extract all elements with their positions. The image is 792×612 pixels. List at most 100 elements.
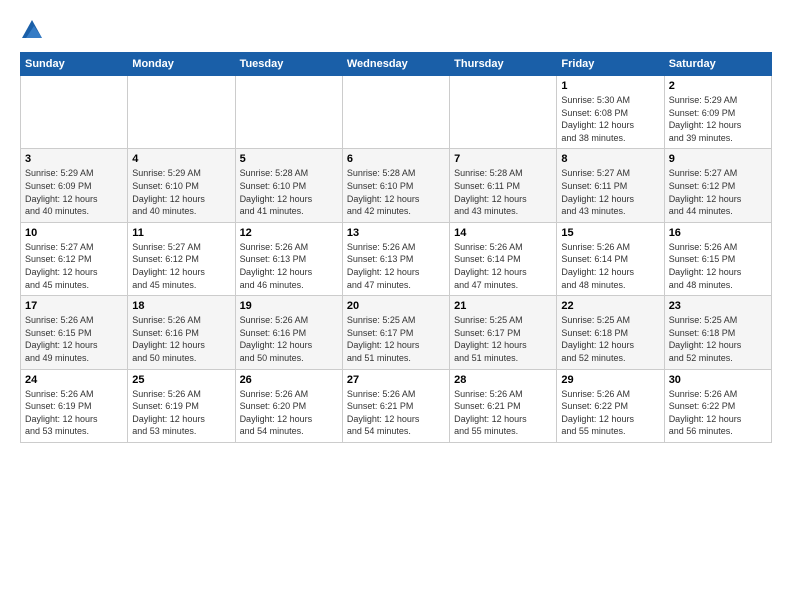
day-info: Sunrise: 5:26 AM Sunset: 6:13 PM Dayligh… <box>347 241 445 291</box>
calendar-header: SundayMondayTuesdayWednesdayThursdayFrid… <box>21 53 772 76</box>
day-number: 22 <box>561 300 659 312</box>
day-info: Sunrise: 5:26 AM Sunset: 6:14 PM Dayligh… <box>561 241 659 291</box>
weekday-header: Monday <box>128 53 235 76</box>
day-number: 27 <box>347 374 445 386</box>
calendar-cell <box>21 76 128 149</box>
calendar-page: SundayMondayTuesdayWednesdayThursdayFrid… <box>0 0 792 453</box>
logo <box>20 16 48 42</box>
day-number: 16 <box>669 227 767 239</box>
calendar-cell: 21 Sunrise: 5:25 AM Sunset: 6:17 PM Dayli… <box>450 296 557 369</box>
day-number: 21 <box>454 300 552 312</box>
calendar-cell: 9 Sunrise: 5:27 AM Sunset: 6:12 PM Daylig… <box>664 149 771 222</box>
page-header <box>20 16 772 42</box>
calendar-cell: 24 Sunrise: 5:26 AM Sunset: 6:19 PM Dayli… <box>21 369 128 442</box>
logo-icon <box>20 18 44 42</box>
day-info: Sunrise: 5:25 AM Sunset: 6:18 PM Dayligh… <box>669 314 767 364</box>
day-info: Sunrise: 5:26 AM Sunset: 6:15 PM Dayligh… <box>25 314 123 364</box>
day-number: 14 <box>454 227 552 239</box>
day-info: Sunrise: 5:26 AM Sunset: 6:21 PM Dayligh… <box>347 388 445 438</box>
calendar-cell: 5 Sunrise: 5:28 AM Sunset: 6:10 PM Daylig… <box>235 149 342 222</box>
day-number: 6 <box>347 153 445 165</box>
day-number: 3 <box>25 153 123 165</box>
day-info: Sunrise: 5:28 AM Sunset: 6:11 PM Dayligh… <box>454 167 552 217</box>
day-number: 10 <box>25 227 123 239</box>
calendar-cell: 10 Sunrise: 5:27 AM Sunset: 6:12 PM Dayli… <box>21 222 128 295</box>
calendar-cell: 25Sunrise: 5:26 AM Sunset: 6:19 PM Dayli… <box>128 369 235 442</box>
day-info: Sunrise: 5:26 AM Sunset: 6:16 PM Dayligh… <box>240 314 338 364</box>
calendar-cell: 4 Sunrise: 5:29 AM Sunset: 6:10 PM Daylig… <box>128 149 235 222</box>
day-info: Sunrise: 5:29 AM Sunset: 6:09 PM Dayligh… <box>669 94 767 144</box>
weekday-header: Thursday <box>450 53 557 76</box>
calendar-week-row: 1 Sunrise: 5:30 AM Sunset: 6:08 PM Daylig… <box>21 76 772 149</box>
weekday-header: Sunday <box>21 53 128 76</box>
day-number: 23 <box>669 300 767 312</box>
weekday-header: Wednesday <box>342 53 449 76</box>
day-number: 11 <box>132 227 230 239</box>
calendar-cell: 6 Sunrise: 5:28 AM Sunset: 6:10 PM Daylig… <box>342 149 449 222</box>
calendar-cell: 12 Sunrise: 5:26 AM Sunset: 6:13 PM Dayli… <box>235 222 342 295</box>
day-info: Sunrise: 5:28 AM Sunset: 6:10 PM Dayligh… <box>347 167 445 217</box>
day-info: Sunrise: 5:26 AM Sunset: 6:20 PM Dayligh… <box>240 388 338 438</box>
calendar-cell: 19 Sunrise: 5:26 AM Sunset: 6:16 PM Dayli… <box>235 296 342 369</box>
day-info: Sunrise: 5:27 AM Sunset: 6:12 PM Dayligh… <box>25 241 123 291</box>
calendar-cell <box>128 76 235 149</box>
day-info: Sunrise: 5:26 AM Sunset: 6:15 PM Dayligh… <box>669 241 767 291</box>
day-number: 15 <box>561 227 659 239</box>
calendar-cell: 15 Sunrise: 5:26 AM Sunset: 6:14 PM Dayli… <box>557 222 664 295</box>
calendar-cell: 1 Sunrise: 5:30 AM Sunset: 6:08 PM Daylig… <box>557 76 664 149</box>
day-number: 30 <box>669 374 767 386</box>
day-number: 1 <box>561 80 659 92</box>
day-info: Sunrise: 5:28 AM Sunset: 6:10 PM Dayligh… <box>240 167 338 217</box>
weekday-header: Friday <box>557 53 664 76</box>
day-number: 28 <box>454 374 552 386</box>
day-info: Sunrise: 5:25 AM Sunset: 6:17 PM Dayligh… <box>454 314 552 364</box>
day-info: Sunrise: 5:26 AM Sunset: 6:22 PM Dayligh… <box>561 388 659 438</box>
calendar-cell: 30Sunrise: 5:26 AM Sunset: 6:22 PM Dayli… <box>664 369 771 442</box>
day-number: 13 <box>347 227 445 239</box>
day-info: Sunrise: 5:27 AM Sunset: 6:12 PM Dayligh… <box>669 167 767 217</box>
day-number: 19 <box>240 300 338 312</box>
calendar-cell: 17 Sunrise: 5:26 AM Sunset: 6:15 PM Dayli… <box>21 296 128 369</box>
calendar-cell: 2Sunrise: 5:29 AM Sunset: 6:09 PM Daylig… <box>664 76 771 149</box>
weekday-header: Saturday <box>664 53 771 76</box>
day-number: 18 <box>132 300 230 312</box>
day-number: 8 <box>561 153 659 165</box>
day-number: 9 <box>669 153 767 165</box>
day-info: Sunrise: 5:26 AM Sunset: 6:19 PM Dayligh… <box>25 388 123 438</box>
calendar-cell <box>235 76 342 149</box>
day-number: 4 <box>132 153 230 165</box>
calendar-cell: 29Sunrise: 5:26 AM Sunset: 6:22 PM Dayli… <box>557 369 664 442</box>
day-info: Sunrise: 5:29 AM Sunset: 6:10 PM Dayligh… <box>132 167 230 217</box>
day-number: 26 <box>240 374 338 386</box>
calendar-cell: 23 Sunrise: 5:25 AM Sunset: 6:18 PM Dayli… <box>664 296 771 369</box>
calendar-cell: 22Sunrise: 5:25 AM Sunset: 6:18 PM Dayli… <box>557 296 664 369</box>
calendar-cell: 16 Sunrise: 5:26 AM Sunset: 6:15 PM Dayli… <box>664 222 771 295</box>
day-info: Sunrise: 5:26 AM Sunset: 6:14 PM Dayligh… <box>454 241 552 291</box>
day-info: Sunrise: 5:25 AM Sunset: 6:17 PM Dayligh… <box>347 314 445 364</box>
weekday-row: SundayMondayTuesdayWednesdayThursdayFrid… <box>21 53 772 76</box>
day-number: 24 <box>25 374 123 386</box>
day-number: 7 <box>454 153 552 165</box>
calendar-cell: 27 Sunrise: 5:26 AM Sunset: 6:21 PM Dayli… <box>342 369 449 442</box>
day-number: 20 <box>347 300 445 312</box>
calendar-cell: 28 Sunrise: 5:26 AM Sunset: 6:21 PM Dayli… <box>450 369 557 442</box>
day-info: Sunrise: 5:26 AM Sunset: 6:21 PM Dayligh… <box>454 388 552 438</box>
calendar-week-row: 3Sunrise: 5:29 AM Sunset: 6:09 PM Daylig… <box>21 149 772 222</box>
day-info: Sunrise: 5:30 AM Sunset: 6:08 PM Dayligh… <box>561 94 659 144</box>
calendar-cell <box>342 76 449 149</box>
day-number: 17 <box>25 300 123 312</box>
calendar-body: 1 Sunrise: 5:30 AM Sunset: 6:08 PM Daylig… <box>21 76 772 443</box>
weekday-header: Tuesday <box>235 53 342 76</box>
day-number: 12 <box>240 227 338 239</box>
day-info: Sunrise: 5:27 AM Sunset: 6:11 PM Dayligh… <box>561 167 659 217</box>
calendar-cell: 20 Sunrise: 5:25 AM Sunset: 6:17 PM Dayli… <box>342 296 449 369</box>
day-info: Sunrise: 5:27 AM Sunset: 6:12 PM Dayligh… <box>132 241 230 291</box>
calendar-cell: 18Sunrise: 5:26 AM Sunset: 6:16 PM Dayli… <box>128 296 235 369</box>
calendar-cell: 3Sunrise: 5:29 AM Sunset: 6:09 PM Daylig… <box>21 149 128 222</box>
calendar-cell: 13 Sunrise: 5:26 AM Sunset: 6:13 PM Dayli… <box>342 222 449 295</box>
calendar-week-row: 24 Sunrise: 5:26 AM Sunset: 6:19 PM Dayli… <box>21 369 772 442</box>
day-number: 5 <box>240 153 338 165</box>
day-info: Sunrise: 5:26 AM Sunset: 6:19 PM Dayligh… <box>132 388 230 438</box>
calendar-cell <box>450 76 557 149</box>
day-info: Sunrise: 5:26 AM Sunset: 6:13 PM Dayligh… <box>240 241 338 291</box>
